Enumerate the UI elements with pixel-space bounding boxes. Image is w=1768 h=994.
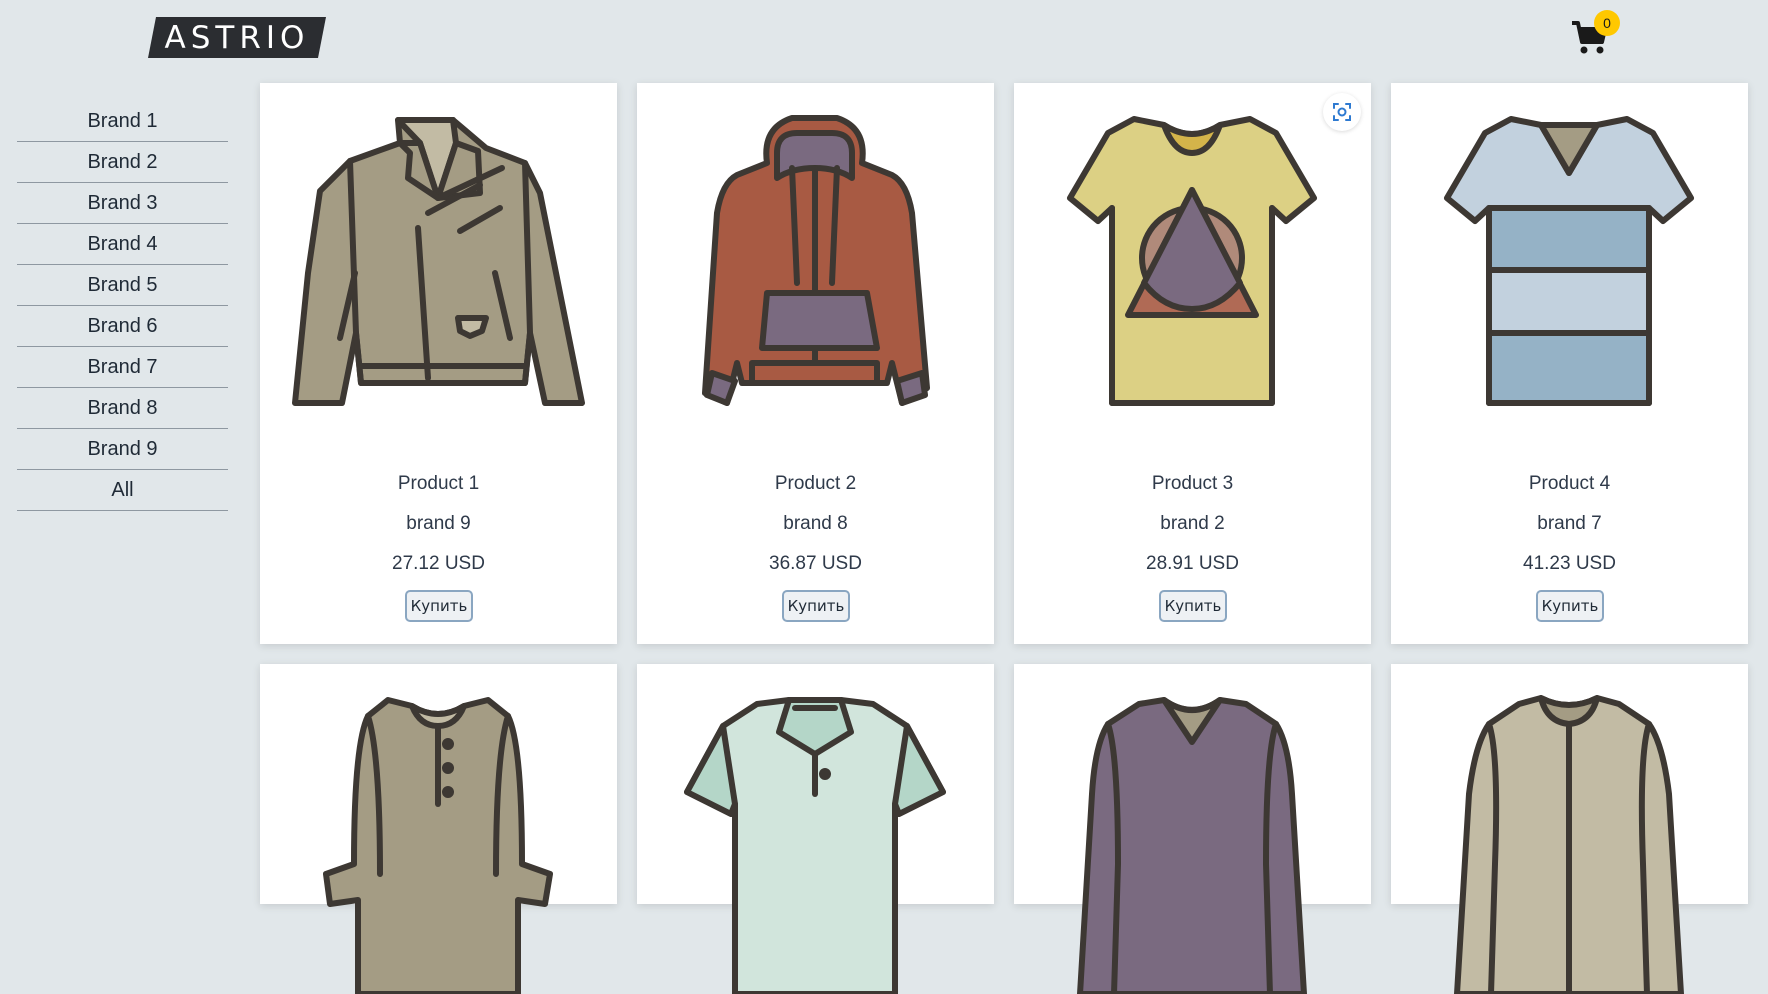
sweater-icon [1077,697,1307,994]
product-name[interactable]: Product 2 [637,473,994,495]
sidebar-item-brand-3[interactable]: Brand 3 [17,183,228,224]
biker-jacket-icon [292,117,585,406]
product-price: 27.12 USD [392,553,485,574]
focus-scan-icon [1333,103,1351,121]
product-price: 28.91 USD [1146,553,1239,574]
product-brand: brand 9 [406,513,471,534]
buy-button[interactable]: Купить [1536,590,1604,622]
logo-text: ASTRIO [164,19,310,56]
cardigan-icon [1454,695,1684,994]
sidebar-item-brand-8[interactable]: Brand 8 [17,388,228,429]
focus-icon-button[interactable] [1323,93,1361,131]
sidebar-item-brand-9[interactable]: Brand 9 [17,429,228,470]
product-brand: brand 2 [1160,513,1225,534]
brand-filter-sidebar: Brand 1 Brand 2 Brand 3 Brand 4 Brand 5 … [17,101,228,511]
sidebar-item-brand-1[interactable]: Brand 1 [17,101,228,142]
buy-button[interactable]: Купить [1159,590,1227,622]
product-name[interactable]: Product 3 [1014,473,1371,495]
product-card[interactable] [260,664,617,994]
buy-button[interactable]: Купить [405,590,473,622]
striped-tshirt-icon [1444,116,1694,406]
sidebar-item-brand-5[interactable]: Brand 5 [17,265,228,306]
product-grid: Product 1 brand 9 27.12 USD Купить Produ… [260,83,1750,994]
buy-button[interactable]: Купить [782,590,850,622]
sidebar-item-brand-7[interactable]: Brand 7 [17,347,228,388]
product-brand: brand 7 [1537,513,1602,534]
product-brand: brand 8 [783,513,848,534]
polo-shirt-icon [684,697,946,994]
product-card[interactable] [637,664,994,994]
sidebar-item-brand-6[interactable]: Brand 6 [17,306,228,347]
astrio-logo[interactable]: ASTRIO [148,17,326,58]
product-card[interactable]: Product 4 brand 7 41.23 USD Купить [1391,83,1748,644]
product-card[interactable] [1014,664,1371,994]
sidebar-item-brand-4[interactable]: Brand 4 [17,224,228,265]
product-card[interactable] [1391,664,1748,994]
cart-count-badge: 0 [1594,10,1620,36]
sidebar-item-brand-2[interactable]: Brand 2 [17,142,228,183]
product-card[interactable]: Product 1 brand 9 27.12 USD Купить [260,83,617,644]
product-price: 36.87 USD [769,553,862,574]
hoodie-icon [702,115,930,406]
product-name[interactable]: Product 4 [1391,473,1748,495]
product-name[interactable]: Product 1 [260,473,617,495]
henley-shirt-icon [323,697,553,994]
header: ASTRIO 0 [0,0,1768,83]
graphic-tshirt-icon [1067,116,1317,406]
sidebar-item-all[interactable]: All [17,470,228,511]
product-price: 41.23 USD [1523,553,1616,574]
product-card[interactable]: Product 3 brand 2 28.91 USD Купить [1014,83,1371,644]
product-card[interactable]: Product 2 brand 8 36.87 USD Купить [637,83,994,644]
